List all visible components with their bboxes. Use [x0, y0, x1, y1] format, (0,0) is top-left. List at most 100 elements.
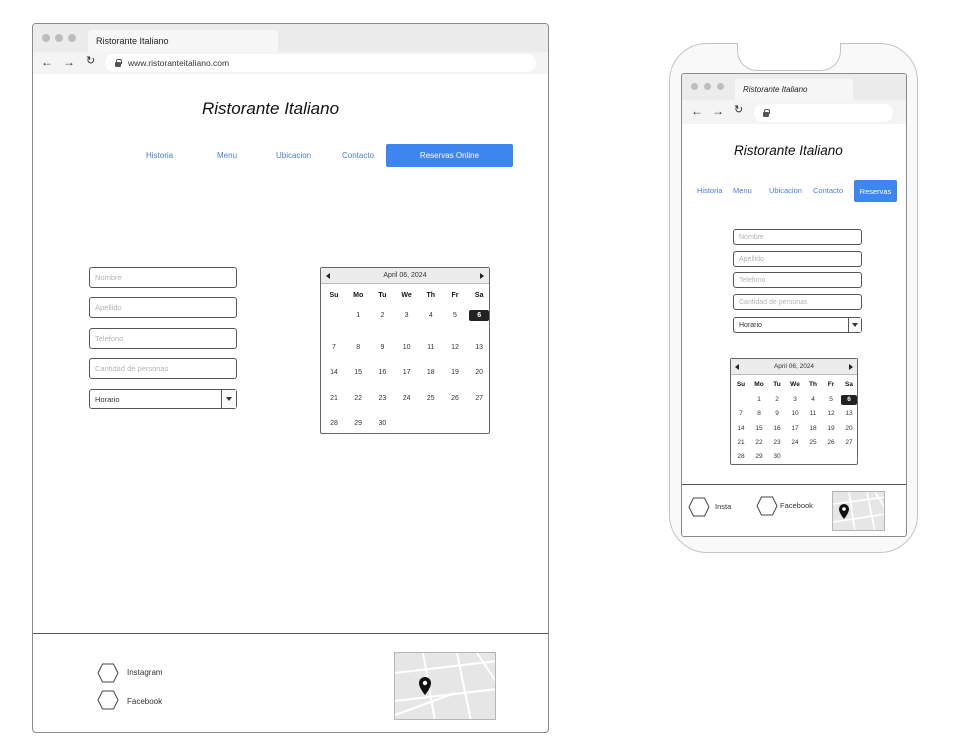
calendar-day[interactable]: 4 [805, 395, 821, 405]
calendar-day[interactable]: 21 [733, 438, 749, 448]
calendar-day[interactable]: 8 [348, 342, 368, 353]
mobile-browser-tab[interactable]: Ristorante Italiano [735, 79, 853, 100]
apellido-input[interactable]: Apellido [89, 297, 237, 318]
mobile-location-map[interactable] [832, 491, 885, 531]
arrow-right-icon[interactable]: → [712, 105, 724, 117]
calendar-day[interactable]: 19 [823, 424, 839, 434]
arrow-left-icon[interactable]: ← [691, 105, 703, 117]
calendar-day[interactable]: 24 [397, 393, 417, 404]
calendar-day[interactable]: 26 [823, 438, 839, 448]
window-minimize-dot[interactable] [55, 34, 63, 42]
calendar-day[interactable]: 12 [823, 409, 839, 419]
mobile-nav-link-menu[interactable]: Menu [733, 186, 752, 195]
calendar-day[interactable]: 13 [841, 409, 857, 419]
calendar-day[interactable]: 1 [751, 395, 767, 405]
nav-link-ubicacion[interactable]: Ubicacion [276, 151, 311, 160]
date-picker-calendar[interactable]: April 06, 2024 Su Mo Tu We Th Fr Sa 1 2 3 4 5 6 7 8 9 10… [320, 267, 490, 434]
calendar-day[interactable]: 25 [805, 438, 821, 448]
calendar-day[interactable]: 16 [769, 424, 785, 434]
mobile-horario-select[interactable]: Horario [733, 317, 862, 333]
mobile-instagram-link[interactable]: Insta [715, 502, 731, 511]
calendar-day[interactable]: 4 [421, 310, 441, 321]
calendar-day[interactable]: 10 [787, 409, 803, 419]
calendar-day[interactable]: 28 [733, 452, 749, 462]
nav-link-menu[interactable]: Menu [217, 151, 237, 160]
browser-tab[interactable]: Ristorante Italiano [88, 30, 278, 52]
calendar-day[interactable]: 11 [421, 342, 441, 353]
calendar-day[interactable]: 24 [787, 438, 803, 448]
calendar-day[interactable]: 16 [372, 367, 392, 378]
calendar-day[interactable]: 9 [769, 409, 785, 419]
facebook-link[interactable]: Facebook [127, 697, 162, 706]
nombre-input[interactable]: Nombre [89, 267, 237, 288]
nav-link-historia[interactable]: Historia [146, 151, 173, 160]
calendar-day[interactable]: 14 [733, 424, 749, 434]
mobile-apellido-input[interactable]: Apellido [733, 251, 862, 267]
calendar-day[interactable]: 13 [469, 342, 489, 353]
reload-icon[interactable]: ↻ [86, 56, 95, 67]
mobile-cantidad-personas-input[interactable]: Cantidad de personas [733, 294, 862, 310]
calendar-day-selected[interactable]: 6 [469, 310, 490, 321]
instagram-link[interactable]: Instagram [127, 668, 163, 677]
telefono-input[interactable]: Telefono [89, 328, 237, 349]
mobile-telefono-input[interactable]: Telefono [733, 272, 862, 288]
mobile-facebook-link[interactable]: Facebook [780, 501, 813, 510]
calendar-day[interactable]: 25 [421, 393, 441, 404]
horario-select[interactable]: Horario [89, 389, 237, 409]
calendar-day[interactable]: 10 [397, 342, 417, 353]
calendar-next-month-icon[interactable] [849, 363, 853, 370]
window-maximize-dot[interactable] [717, 83, 724, 90]
arrow-left-icon[interactable]: ← [41, 56, 53, 68]
mobile-date-picker-calendar[interactable]: April 06, 2024 Su Mo Tu We Th Fr Sa 1 2 3 4 5 6 7 8 9 10… [730, 358, 858, 465]
calendar-day[interactable]: 7 [324, 342, 344, 353]
mobile-address-bar[interactable] [754, 104, 893, 122]
reservas-online-button[interactable]: Reservas Online [386, 144, 513, 167]
calendar-day[interactable]: 14 [324, 367, 344, 378]
calendar-day[interactable]: 5 [823, 395, 839, 405]
mobile-nombre-input[interactable]: Nombre [733, 229, 862, 245]
calendar-day[interactable]: 27 [469, 393, 489, 404]
calendar-day[interactable]: 18 [421, 367, 441, 378]
calendar-day[interactable]: 5 [445, 310, 465, 321]
calendar-day[interactable]: 30 [372, 418, 392, 429]
location-map[interactable] [394, 652, 496, 720]
calendar-day[interactable]: 2 [769, 395, 785, 405]
calendar-next-month-icon[interactable] [480, 272, 484, 279]
calendar-day[interactable]: 3 [397, 310, 417, 321]
window-maximize-dot[interactable] [68, 34, 76, 42]
calendar-day[interactable]: 30 [769, 452, 785, 462]
calendar-day[interactable]: 23 [769, 438, 785, 448]
calendar-day[interactable]: 1 [348, 310, 368, 321]
arrow-right-icon[interactable]: → [63, 56, 75, 68]
calendar-day[interactable]: 26 [445, 393, 465, 404]
calendar-day[interactable]: 11 [805, 409, 821, 419]
calendar-day[interactable]: 23 [372, 393, 392, 404]
calendar-day[interactable]: 17 [787, 424, 803, 434]
mobile-nav-link-contacto[interactable]: Contacto [813, 186, 843, 195]
calendar-day[interactable]: 20 [841, 424, 857, 434]
cantidad-personas-input[interactable]: Cantidad de personas [89, 358, 237, 379]
calendar-day[interactable]: 20 [469, 367, 489, 378]
mobile-reservas-button[interactable]: Reservas [854, 180, 897, 202]
calendar-day-selected[interactable]: 6 [841, 395, 857, 405]
calendar-day[interactable]: 8 [751, 409, 767, 419]
window-minimize-dot[interactable] [704, 83, 711, 90]
calendar-day[interactable]: 29 [348, 418, 368, 429]
window-close-dot[interactable] [691, 83, 698, 90]
chevron-down-icon[interactable] [848, 318, 861, 332]
reload-icon[interactable]: ↻ [734, 105, 743, 116]
window-close-dot[interactable] [42, 34, 50, 42]
calendar-day[interactable]: 7 [733, 409, 749, 419]
calendar-day[interactable]: 2 [372, 310, 392, 321]
chevron-down-icon[interactable] [221, 390, 236, 408]
calendar-day[interactable]: 21 [324, 393, 344, 404]
address-bar[interactable]: www.ristoranteitaliano.com [105, 54, 536, 72]
calendar-day[interactable]: 28 [324, 418, 344, 429]
calendar-day[interactable]: 9 [372, 342, 392, 353]
mobile-nav-link-ubicacion[interactable]: Ubicacion [769, 186, 802, 195]
calendar-day[interactable]: 17 [397, 367, 417, 378]
calendar-day[interactable]: 12 [445, 342, 465, 353]
mobile-nav-link-historia[interactable]: Historia [697, 186, 722, 195]
calendar-day[interactable]: 29 [751, 452, 767, 462]
calendar-day[interactable]: 22 [751, 438, 767, 448]
